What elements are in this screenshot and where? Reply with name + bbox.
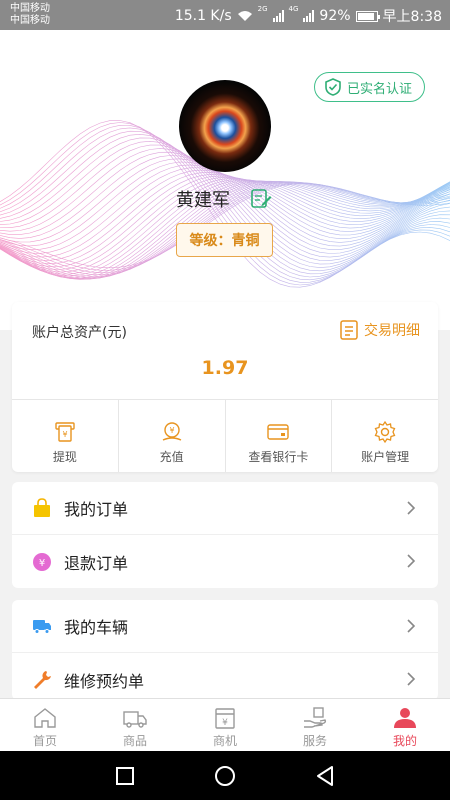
list-item-label: 我的车辆	[64, 618, 129, 637]
list-icon	[340, 320, 358, 340]
home-icon	[34, 708, 56, 728]
avatar[interactable]	[179, 80, 271, 172]
battery-percent: 92%	[319, 8, 351, 24]
recharge-icon: ¥	[162, 422, 181, 441]
bottom-tab-bar: 首页 商品 ¥ 商机 服务 我的	[0, 698, 450, 751]
tab-services[interactable]: 服务	[270, 699, 360, 751]
asset-actions: ¥ 提现 ¥ 充值 查看银行卡 账户管理	[12, 399, 438, 472]
vehicles-list: 我的车辆 维修预约单	[12, 600, 438, 700]
truck-icon	[32, 616, 52, 636]
verified-badge[interactable]: 已实名认证	[313, 72, 425, 102]
signal-icon	[303, 10, 315, 22]
tab-mine[interactable]: 我的	[360, 699, 450, 751]
edit-icon[interactable]	[250, 187, 272, 209]
recharge-button[interactable]: ¥ 充值	[117, 400, 225, 472]
shield-check-icon	[325, 78, 341, 96]
username: 黄建军	[176, 190, 230, 211]
clock: 早上8:38	[382, 9, 442, 25]
battery-icon	[355, 10, 380, 22]
svg-text:¥: ¥	[169, 426, 174, 435]
view-bank-card-label: 查看银行卡	[248, 450, 309, 464]
account-management-label: 账户管理	[361, 450, 410, 464]
total-assets-value: 1.97	[201, 357, 249, 379]
network-speed: 15.1 K/s	[174, 8, 232, 24]
carrier-2: 中国移动	[10, 15, 50, 26]
chevron-right-icon	[407, 501, 416, 515]
verified-label: 已实名认证	[346, 81, 412, 97]
asset-label: 账户总资产(元)	[32, 325, 127, 341]
refund-icon: ¥	[32, 552, 52, 572]
withdraw-button[interactable]: ¥ 提现	[12, 400, 118, 472]
network-type-1: 2G	[257, 5, 268, 13]
back-icon[interactable]	[314, 765, 336, 787]
list-item-label: 我的订单	[64, 500, 129, 519]
network-type-2: 4G	[288, 5, 299, 13]
service-icon	[304, 707, 327, 728]
status-bar: 中国移动 中国移动 15.1 K/s 2G 4G 92% 早上8:38	[0, 0, 450, 30]
chevron-right-icon	[407, 619, 416, 633]
carrier-1: 中国移动	[10, 3, 50, 14]
asset-card: 账户总资产(元) 交易明细 1.97 ¥ 提现 ¥ 充值 查看银行卡 账户管理	[12, 302, 438, 472]
system-navigation-bar	[0, 751, 450, 800]
list-item-label: 维修预约单	[64, 671, 145, 691]
list-item-my-orders[interactable]: 我的订单	[12, 482, 438, 535]
tab-label: 商机	[212, 734, 237, 748]
list-item-my-vehicles[interactable]: 我的车辆	[12, 600, 438, 653]
tab-label: 首页	[32, 734, 57, 748]
shopping-bag-icon	[32, 498, 52, 518]
tab-home[interactable]: 首页	[0, 699, 90, 751]
tab-label: 我的	[392, 734, 417, 748]
svg-text:¥: ¥	[62, 430, 67, 439]
truck-icon	[123, 711, 147, 728]
level-badge: 等级：青铜	[176, 223, 273, 257]
chevron-right-icon	[407, 672, 416, 686]
view-bank-card-button[interactable]: 查看银行卡	[224, 400, 332, 472]
wrench-icon	[32, 670, 52, 690]
tab-label: 服务	[302, 734, 327, 748]
svg-text:¥: ¥	[39, 558, 45, 569]
list-item-refund-orders[interactable]: ¥ 退款订单	[12, 535, 438, 588]
tab-label: 商品	[122, 734, 147, 748]
withdraw-label: 提现	[52, 450, 77, 464]
account-management-button[interactable]: 账户管理	[331, 400, 438, 472]
home-button-icon[interactable]	[214, 765, 236, 787]
profile-header: 已实名认证 黄建军 等级：青铜	[0, 30, 450, 330]
tab-products[interactable]: 商品	[90, 699, 180, 751]
bank-card-icon	[267, 424, 290, 440]
recharge-label: 充值	[159, 450, 184, 464]
chevron-right-icon	[407, 554, 416, 568]
signal-icon	[272, 10, 284, 22]
transactions-link[interactable]: 交易明细	[340, 320, 420, 340]
withdraw-icon: ¥	[55, 422, 75, 442]
wifi-icon	[237, 11, 252, 21]
user-icon	[394, 708, 416, 728]
orders-list: 我的订单 ¥ 退款订单	[12, 482, 438, 588]
svg-text:¥: ¥	[222, 718, 228, 728]
tab-opportunities[interactable]: ¥ 商机	[180, 699, 270, 751]
opportunity-icon: ¥	[215, 708, 235, 729]
recent-apps-icon[interactable]	[114, 765, 136, 787]
list-item-label: 退款订单	[64, 553, 129, 573]
transactions-label: 交易明细	[364, 323, 420, 339]
gear-icon	[374, 420, 396, 444]
